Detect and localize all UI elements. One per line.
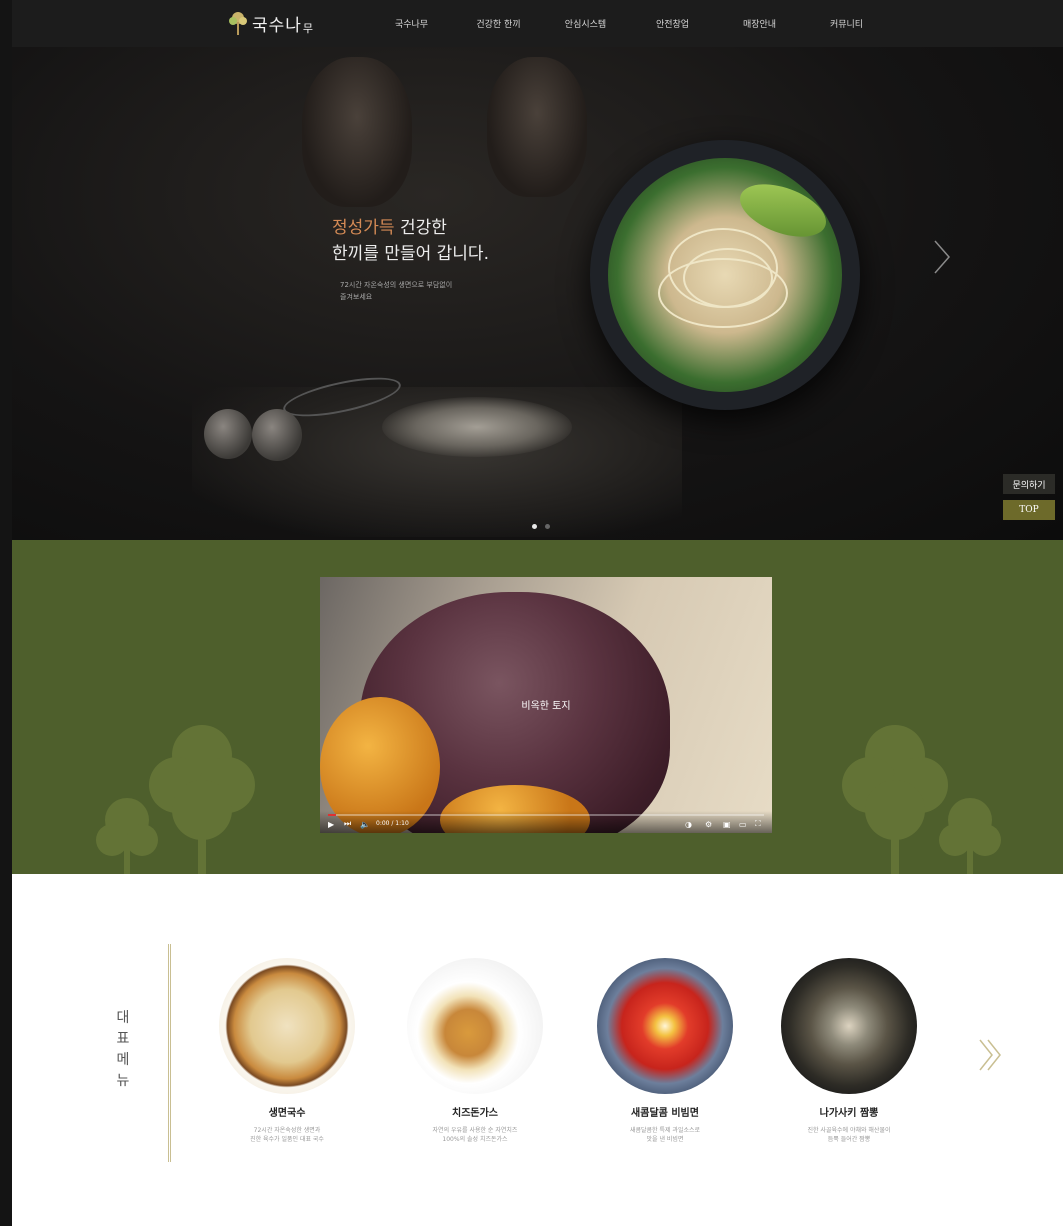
bowl-contents: [608, 158, 842, 392]
nav-item-healthy-meal[interactable]: 건강한 한끼: [455, 17, 542, 30]
menu-item-desc-line: 맛을 낸 비빔면: [646, 1136, 684, 1143]
page-gutter: [0, 0, 12, 1226]
double-chevron-right-icon[interactable]: [978, 1038, 1004, 1072]
menu-item-card[interactable]: 치즈돈가스 자연의 우유를 사용한 순 자연치즈 100%의 솔성 치즈돈가스: [390, 958, 560, 1144]
nav-item-brand[interactable]: 국수나무: [368, 17, 455, 30]
noodle-swirl: [658, 258, 788, 328]
hero-hand-left: [302, 57, 412, 207]
logo-text: 국수나: [252, 16, 302, 36]
menu-item-desc-line: 자연의 우유를 사용한 순 자연치즈: [432, 1127, 518, 1134]
slider-dot-1[interactable]: [532, 524, 537, 529]
nav-item-safety-system[interactable]: 안심시스템: [542, 17, 629, 30]
back-to-top-button[interactable]: TOP: [1003, 500, 1055, 520]
inquiry-button[interactable]: 문의하기: [1003, 474, 1055, 494]
settings-icon[interactable]: ⚙: [705, 820, 712, 829]
hero-subtext-line2: 즐겨보세요: [340, 293, 373, 301]
logo-sub-text: 무: [302, 22, 314, 35]
play-icon[interactable]: ▶: [328, 820, 334, 829]
section-divider: [168, 944, 171, 1162]
section-title: 대표메뉴: [116, 1010, 130, 1089]
egg-image: [204, 409, 252, 459]
menu-item-image: [219, 958, 355, 1094]
menu-item-card[interactable]: 나가사키 짬뽕 진한 사골육수에 야채와 해산물이 듬뿍 들어간 짬뽕: [764, 958, 934, 1144]
site-logo[interactable]: 국수나 무: [226, 10, 313, 36]
menu-item-name: 나가사키 짬뽕: [819, 1108, 879, 1119]
menu-item-description: 자연의 우유를 사용한 순 자연치즈 100%의 솔성 치즈돈가스: [390, 1126, 560, 1144]
menu-item-image: [597, 958, 733, 1094]
noodle-bowl-image: [590, 140, 860, 410]
nav-item-community[interactable]: 커뮤니티: [803, 17, 890, 30]
miniplayer-icon[interactable]: ▣: [723, 820, 731, 829]
egg-image: [252, 409, 302, 461]
signature-menu-section: 대표메뉴 생면국수 72시간 자온숙성한 생면과 진한 육수가 일품인 대표 국…: [12, 874, 1063, 1226]
autoplay-toggle-icon[interactable]: ◑: [685, 820, 692, 829]
video-player[interactable]: 비옥한 토지 ▶ ⏭ 🔈 0:00 / 1:10 ◑ ⚙ ▣ ▭ ⛶: [320, 577, 772, 833]
chevron-right-icon[interactable]: [932, 239, 952, 275]
hero-subtext-line1: 72시간 자온숙성의 생면으로 부담없이: [340, 281, 453, 289]
nav-item-franchise[interactable]: 안전창업: [629, 17, 716, 30]
hero-headline-line2: 한끼를 만들어 갑니다.: [332, 244, 489, 264]
menu-item-desc-line: 새콤달콤한 특제 과일소스로: [629, 1127, 701, 1134]
nav-item-stores[interactable]: 매장안내: [716, 17, 803, 30]
menu-item-name: 새콤달콤 비빔면: [631, 1108, 699, 1119]
menu-item-desc-line: 72시간 자온숙성한 생면과: [253, 1127, 321, 1134]
menu-item-name: 생면국수: [268, 1108, 306, 1119]
menu-item-description: 새콤달콤한 특제 과일소스로 맛을 낸 비빔면: [580, 1126, 750, 1144]
top-navigation: 국수나 무 국수나무 건강한 한끼 안심시스템 안전창업 매장안내 커뮤니티: [12, 0, 1063, 47]
hero-headline: 정성가득 건강한: [332, 215, 520, 241]
hero-hand-right: [487, 57, 587, 197]
hero-headline-accent: 정성가득: [332, 218, 395, 238]
hero-slider: 정성가득 건강한 한끼를 만들어 갑니다. 72시간 자온숙성의 생면으로 부담…: [12, 47, 1063, 540]
hero-subtext: 72시간 자온숙성의 생면으로 부담없이 즐겨보세요: [340, 279, 520, 303]
menu-item-desc-line: 듬뿍 들어간 짬뽕: [827, 1136, 871, 1143]
video-time: 0:00 / 1:10: [376, 820, 409, 827]
video-caption: 비옥한 토지: [521, 701, 571, 712]
menu-item-card[interactable]: 새콤달콤 비빔면 새콤달콤한 특제 과일소스로 맛을 낸 비빔면: [580, 958, 750, 1144]
menu-item-name: 치즈돈가스: [452, 1108, 498, 1119]
tree-decoration-icon: [842, 725, 1001, 874]
menu-item-image: [407, 958, 543, 1094]
tree-logo-icon: [229, 12, 247, 35]
menu-item-card[interactable]: 생면국수 72시간 자온숙성한 생면과 진한 육수가 일품인 대표 국수: [202, 958, 372, 1144]
slider-dot-2[interactable]: [545, 524, 550, 529]
main-menu: 국수나무 건강한 한끼 안심시스템 안전창업 매장안내 커뮤니티: [368, 0, 890, 47]
menu-item-desc-line: 진한 사골육수에 야채와 해산물이: [807, 1127, 891, 1134]
menu-item-desc-line: 진한 육수가 일품인 대표 국수: [250, 1136, 324, 1143]
fullscreen-icon[interactable]: ⛶: [755, 819, 761, 829]
video-progress-bar[interactable]: [328, 814, 764, 816]
menu-item-desc-line: 100%의 솔성 치즈돈가스: [442, 1136, 508, 1143]
menu-item-image: [781, 958, 917, 1094]
video-section: 비옥한 토지 ▶ ⏭ 🔈 0:00 / 1:10 ◑ ⚙ ▣ ▭ ⛶: [12, 540, 1063, 874]
hero-copy: 정성가득 건강한 한끼를 만들어 갑니다. 72시간 자온숙성의 생면으로 부담…: [332, 215, 520, 303]
hero-flour: [382, 397, 572, 457]
menu-item-description: 72시간 자온숙성한 생면과 진한 육수가 일품인 대표 국수: [202, 1126, 372, 1144]
hero-headline-rest: 건강한: [394, 218, 447, 238]
volume-icon[interactable]: 🔈: [360, 820, 370, 829]
theater-mode-icon[interactable]: ▭: [739, 820, 747, 829]
menu-item-description: 진한 사골육수에 야채와 해산물이 듬뿍 들어간 짬뽕: [764, 1126, 934, 1144]
slider-pagination: [532, 524, 550, 529]
tree-decoration-icon: [96, 725, 255, 874]
next-icon[interactable]: ⏭: [344, 819, 351, 829]
